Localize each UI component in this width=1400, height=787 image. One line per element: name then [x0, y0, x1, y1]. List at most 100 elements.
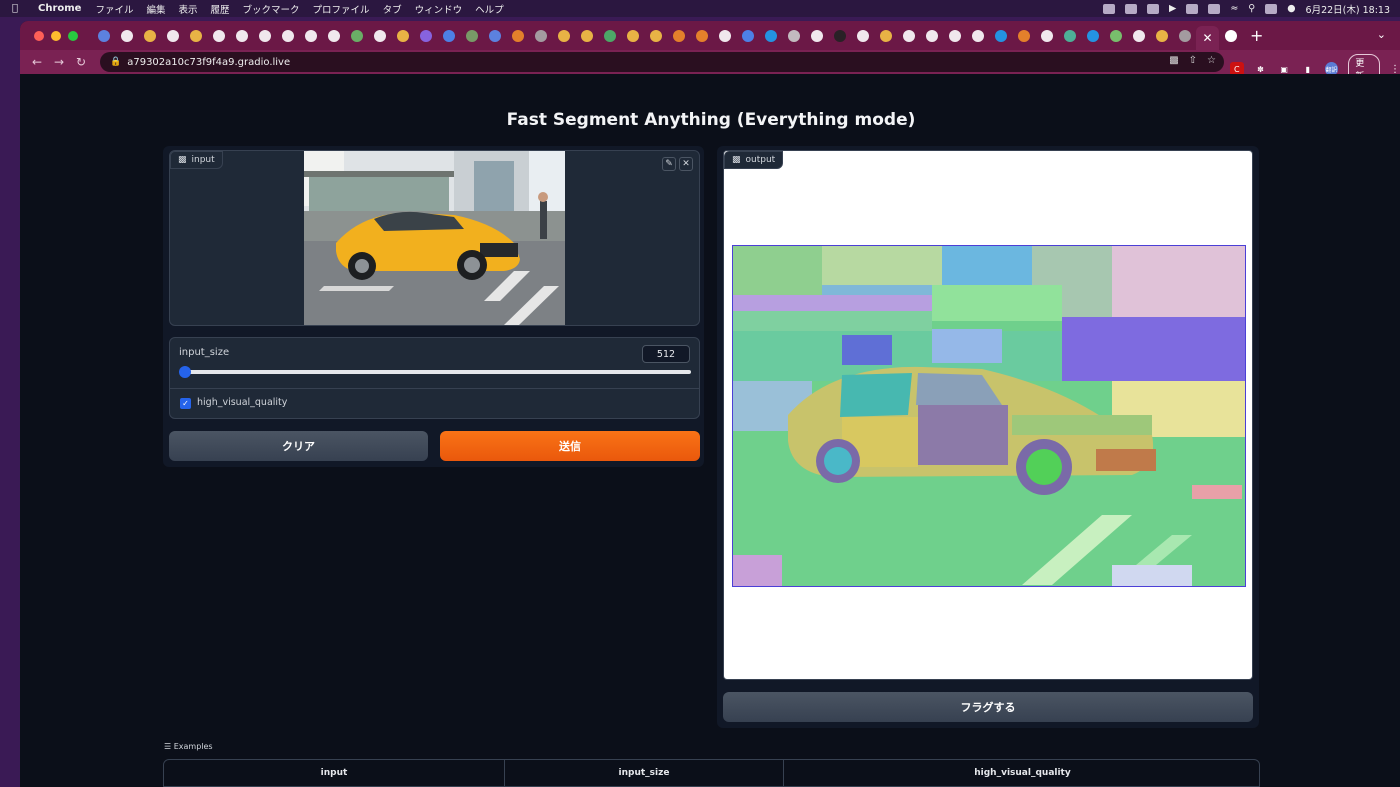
tab-favicon[interactable] [230, 25, 253, 47]
tab-favicon[interactable] [575, 25, 598, 47]
menu-tab[interactable]: タブ [383, 2, 402, 16]
new-tab-icon[interactable]: + [1250, 26, 1263, 45]
tab-favicon[interactable] [1081, 25, 1104, 47]
forward-icon[interactable]: → [48, 55, 70, 69]
tab-favicon[interactable] [92, 25, 115, 47]
tab-favicon[interactable] [828, 25, 851, 47]
tab-favicon[interactable] [506, 25, 529, 47]
reload-icon[interactable]: ↻ [70, 55, 92, 69]
input-size-number-field[interactable]: 512 [642, 345, 690, 363]
menu-view[interactable]: 表示 [179, 2, 198, 16]
back-icon[interactable]: ← [26, 55, 48, 69]
edit-icon[interactable]: ✎ [662, 157, 676, 171]
menu-datetime[interactable]: 6月22日(木) 18:13 [1306, 2, 1390, 16]
tab-favicon[interactable] [690, 25, 713, 47]
zoom-window-icon[interactable] [68, 30, 78, 41]
siri-icon[interactable]: ● [1287, 3, 1295, 14]
tray-app-icon[interactable] [1186, 3, 1199, 14]
tab-favicon[interactable] [1012, 25, 1035, 47]
menu-profile[interactable]: プロファイル [313, 2, 370, 16]
address-bar[interactable]: 🔒 a79302a10c73f9f4a9.gradio.live ▩ ⇧ ☆ [100, 52, 1224, 72]
tray-app-icon[interactable] [1147, 3, 1159, 14]
close-icon[interactable]: ✕ [679, 157, 693, 171]
menu-help[interactable]: ヘルプ [475, 2, 504, 16]
tab-favicon[interactable] [322, 25, 345, 47]
tab-favicon[interactable] [713, 25, 736, 47]
url-text[interactable]: a79302a10c73f9f4a9.gradio.live [127, 57, 290, 68]
tab-favicon[interactable] [391, 25, 414, 47]
tab-favicon[interactable] [276, 25, 299, 47]
tab-favicon[interactable] [460, 25, 483, 47]
tab-favicon[interactable] [943, 25, 966, 47]
input-image-box[interactable]: ▩ input ✎ ✕ [169, 150, 700, 326]
tab-favicon[interactable] [253, 25, 276, 47]
tab-favicon[interactable] [184, 25, 207, 47]
tab-favicon[interactable] [897, 25, 920, 47]
tab-favicon[interactable] [667, 25, 690, 47]
bookmark-star-icon[interactable]: ☆ [1207, 55, 1216, 66]
menu-edit[interactable]: 編集 [146, 2, 165, 16]
control-center-icon[interactable] [1265, 3, 1278, 14]
tab-favicon[interactable] [966, 25, 989, 47]
close-window-icon[interactable] [34, 30, 44, 41]
minimize-window-icon[interactable] [51, 30, 61, 41]
wifi-icon[interactable]: ≈ [1230, 3, 1238, 14]
tab-active-close-icon[interactable]: ✕ [1196, 26, 1219, 50]
input-photo-car [304, 151, 565, 325]
submit-button[interactable]: 送信 [440, 431, 700, 461]
tab-favicon[interactable] [207, 25, 230, 47]
battery-icon[interactable] [1208, 3, 1221, 14]
tab-favicon[interactable] [1035, 25, 1058, 47]
tab-favicon[interactable] [782, 25, 805, 47]
flag-button[interactable]: フラグする [723, 692, 1253, 722]
tab-favicon[interactable] [1127, 25, 1150, 47]
tray-app-icon[interactable] [1125, 3, 1137, 14]
play-icon[interactable]: ▶ [1169, 3, 1176, 14]
tab-favicon[interactable] [1219, 25, 1242, 47]
tab-favicon[interactable] [1150, 25, 1173, 47]
search-icon[interactable]: ⚲ [1248, 3, 1255, 14]
tab-favicon[interactable] [483, 25, 506, 47]
tab-favicon[interactable] [736, 25, 759, 47]
share-icon[interactable]: ⇧ [1189, 55, 1197, 66]
tray-app-icon[interactable] [1103, 3, 1115, 14]
tab-favicon[interactable] [1104, 25, 1127, 47]
lock-icon[interactable]: 🔒 [110, 57, 121, 67]
menu-window[interactable]: ウィンドウ [415, 2, 463, 16]
input-size-slider-track[interactable] [180, 370, 691, 374]
translate-icon[interactable]: ▩ [1169, 55, 1178, 66]
tab-favicon[interactable] [368, 25, 391, 47]
input-size-slider-thumb[interactable] [179, 366, 191, 378]
menu-file[interactable]: ファイル [95, 2, 133, 16]
menu-app-name[interactable]: Chrome [38, 3, 81, 14]
tab-favicon[interactable] [759, 25, 782, 47]
tab-favicon[interactable] [345, 25, 368, 47]
tab-favicon[interactable] [161, 25, 184, 47]
tab-favicon[interactable] [1058, 25, 1081, 47]
tab-favicon[interactable] [851, 25, 874, 47]
tab-favicon[interactable] [529, 25, 552, 47]
tab-favicon[interactable] [644, 25, 667, 47]
tab-favicon[interactable] [299, 25, 322, 47]
menu-history[interactable]: 履歴 [211, 2, 230, 16]
tab-favicon[interactable] [414, 25, 437, 47]
output-image-box[interactable]: ▩ output [723, 150, 1253, 680]
tab-favicon[interactable] [1173, 25, 1196, 47]
apple-icon[interactable]:  [12, 3, 26, 14]
tab-favicon[interactable] [115, 25, 138, 47]
menu-bookmarks[interactable]: ブックマーク [243, 2, 300, 16]
more-menu-icon[interactable]: ⋮ [1390, 64, 1400, 75]
tab-favicon[interactable] [138, 25, 161, 47]
tab-favicon[interactable] [874, 25, 897, 47]
tab-favicon[interactable] [805, 25, 828, 47]
clear-button[interactable]: クリア [169, 431, 428, 461]
tab-favicon[interactable] [437, 25, 460, 47]
tab-favicon[interactable] [598, 25, 621, 47]
tab-favicon[interactable] [621, 25, 644, 47]
input-image[interactable] [304, 151, 565, 325]
tab-favicon[interactable] [920, 25, 943, 47]
tab-favicon[interactable] [989, 25, 1012, 47]
chevron-down-icon[interactable]: ⌄ [1377, 28, 1386, 41]
tab-favicon[interactable] [552, 25, 575, 47]
high-visual-quality-checkbox[interactable]: ✓ [180, 398, 191, 409]
